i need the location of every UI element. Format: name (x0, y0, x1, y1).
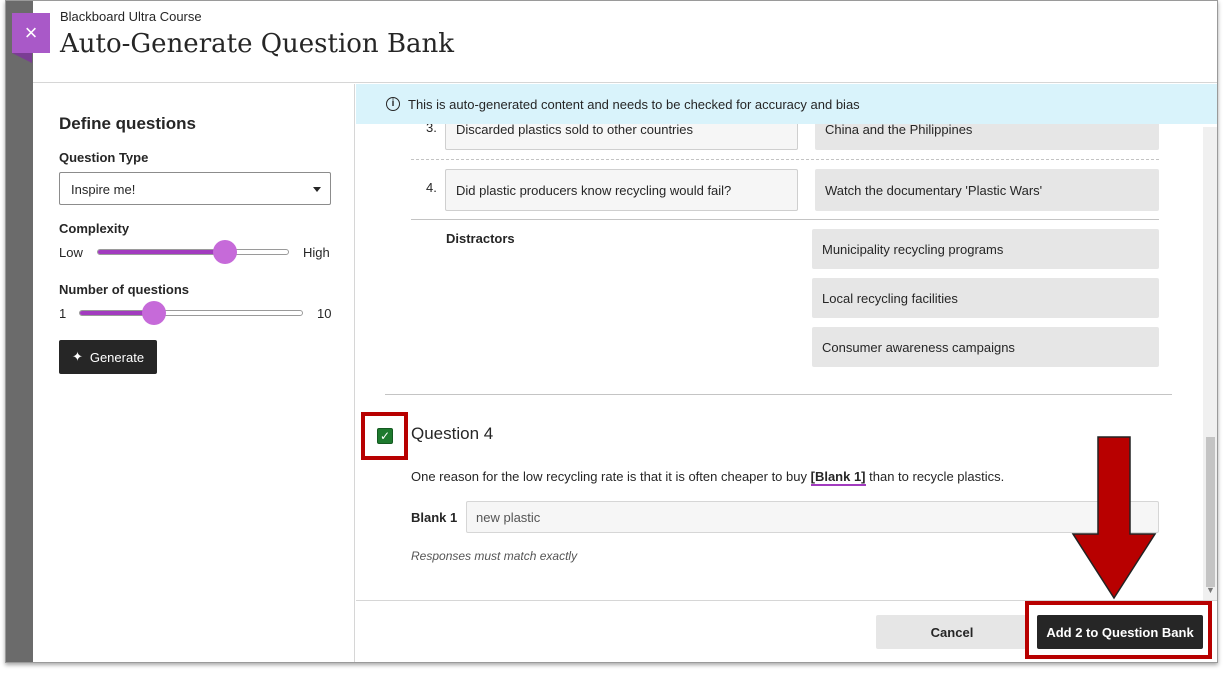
auto-generated-notice: i This is auto-generated content and nee… (356, 84, 1217, 124)
number-of-questions-slider-thumb[interactable] (142, 301, 166, 325)
cancel-button[interactable]: Cancel (876, 615, 1028, 649)
matching-prompt[interactable]: Did plastic producers know recycling wou… (445, 169, 798, 211)
row-divider (411, 159, 1159, 160)
sparkle-icon: ✦ (71, 349, 83, 364)
question-divider (385, 394, 1172, 395)
course-name: Blackboard Ultra Course (60, 9, 202, 24)
question-4-text: One reason for the low recycling rate is… (411, 469, 1005, 486)
matching-row-number: 4. (426, 180, 437, 195)
distractor-item[interactable]: Local recycling facilities (812, 278, 1159, 318)
complexity-slider-thumb[interactable] (213, 240, 237, 264)
blank-1-label: Blank 1 (411, 510, 458, 525)
distractor-item[interactable]: Consumer awareness campaigns (812, 327, 1159, 367)
complexity-min-label: Low (59, 245, 83, 260)
distractors-label: Distractors (446, 231, 515, 246)
question-4-title: Question 4 (411, 424, 494, 443)
number-of-questions-label: Number of questions (59, 282, 190, 297)
scroll-down-arrow-icon[interactable]: ▼ (1206, 585, 1215, 595)
row-divider (411, 219, 1159, 220)
modal-header: Blackboard Ultra Course Auto-Generate Qu… (33, 1, 1217, 83)
complexity-max-label: High (303, 245, 330, 260)
chevron-down-icon (313, 187, 321, 192)
generated-questions-area: i This is auto-generated content and nee… (356, 84, 1217, 600)
complexity-slider-fill (98, 250, 224, 254)
match-exactly-note: Responses must match exactly (411, 549, 578, 563)
complexity-slider-track[interactable] (97, 249, 289, 255)
info-icon: i (386, 97, 400, 111)
matching-answer-text: Watch the documentary 'Plastic Wars' (825, 182, 1043, 198)
scrollbar-thumb[interactable] (1206, 437, 1215, 587)
number-of-questions-max-label: 10 (317, 306, 332, 321)
left-backdrop-strip (6, 1, 33, 662)
question-4-checkbox[interactable]: ✓ (377, 428, 393, 444)
question-text-part: One reason for the low recycling rate is… (411, 469, 811, 484)
close-button-fold (12, 53, 32, 63)
distractor-item[interactable]: Municipality recycling programs (812, 229, 1159, 269)
number-of-questions-slider-track[interactable] (79, 310, 303, 316)
number-of-questions-min-label: 1 (59, 306, 67, 321)
generate-label: Generate (89, 349, 145, 365)
notice-text: This is auto-generated content and needs… (408, 96, 860, 112)
modal-window: Blackboard Ultra Course Auto-Generate Qu… (5, 0, 1218, 663)
modal-footer: Cancel Add 2 to Question Bank (356, 600, 1217, 662)
distractor-text: Municipality recycling programs (822, 241, 1004, 257)
generate-button[interactable]: ✦ Generate (59, 340, 157, 374)
add-to-question-bank-button[interactable]: Add 2 to Question Bank (1037, 615, 1203, 649)
matching-prompt-text: Did plastic producers know recycling wou… (456, 182, 732, 198)
distractor-text: Consumer awareness campaigns (822, 339, 1015, 355)
matching-answer[interactable]: Watch the documentary 'Plastic Wars' (815, 169, 1159, 211)
define-questions-panel: Define questions Question Type Inspire m… (33, 84, 355, 662)
close-button[interactable]: × (12, 13, 50, 53)
distractor-text: Local recycling facilities (822, 290, 958, 306)
question-type-label: Question Type (59, 150, 149, 165)
question-type-value: Inspire me! (71, 182, 136, 197)
page-title: Auto-Generate Question Bank (60, 29, 455, 59)
question-text-part: than to recycle plastics. (865, 469, 1005, 484)
define-questions-title: Define questions (59, 114, 196, 133)
blank-reference: [Blank 1] (810, 469, 866, 486)
blank-1-answer-field[interactable]: new plastic (466, 501, 1159, 533)
content-scrollbar[interactable]: ▼ (1203, 127, 1217, 600)
close-icon: × (24, 20, 38, 45)
question-type-select[interactable]: Inspire me! (59, 172, 331, 205)
complexity-label: Complexity (59, 221, 130, 236)
